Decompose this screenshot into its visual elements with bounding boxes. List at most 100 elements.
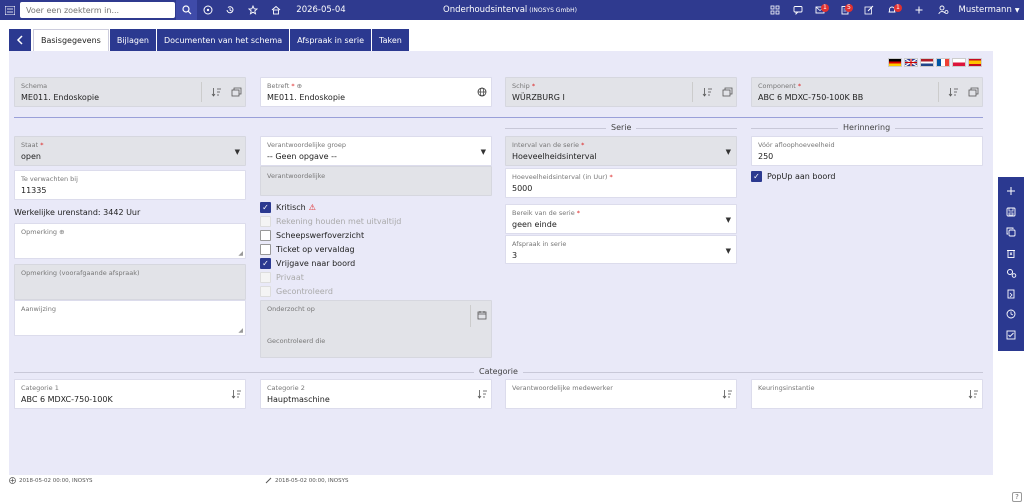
flag-pl-icon[interactable] [952,58,966,67]
home-icon[interactable] [268,0,284,20]
ticket-checkbox[interactable]: Ticket op vervaldag [260,244,355,255]
add-icon[interactable] [1001,181,1021,201]
sort-icon[interactable] [962,380,984,408]
search-box[interactable] [20,2,175,18]
tab-afspraak-serie[interactable]: Afspraak in serie [290,29,372,51]
afspraak-serie-select[interactable]: Afspraak in serie 3 ▼ [505,235,737,264]
chevron-down-icon: ▼ [234,148,240,156]
dashboard-icon[interactable] [200,0,216,20]
flag-es-icon[interactable] [968,58,982,67]
export-icon[interactable] [1001,284,1021,304]
opmerking-voorafgaande-field: Opmerking (voorafgaande afspraak) [14,264,246,300]
sort-icon[interactable] [716,380,738,408]
settings-icon[interactable] [1001,263,1021,283]
chat-icon[interactable] [790,0,806,20]
tab-documenten[interactable]: Documenten van het schema [156,29,290,51]
open-window-icon[interactable] [225,78,247,106]
kritisch-checkbox[interactable]: ✓ Kritisch ⚠ [260,202,316,213]
categorie-title: Categorie [474,367,523,376]
betreft-field[interactable]: Betreft * ⊕ ME011. Endoskopie [260,77,492,107]
search-icon [181,5,191,15]
opmerking-textarea[interactable]: Opmerking ⊕ ◢ [14,223,246,259]
sort-icon[interactable] [942,78,964,106]
back-button[interactable] [9,29,31,51]
check-icon: ✓ [260,258,271,269]
chevron-down-icon: ▼ [725,216,731,224]
top-bar: 2026-05-04 Onderhoudsinterval(INOSYS Gmb… [0,0,1024,20]
categorie2-field[interactable]: Categorie 2 Hauptmaschine [260,379,492,409]
open-window-icon[interactable] [962,78,984,106]
star-icon[interactable] [245,0,261,20]
current-date: 2026-05-04 [296,5,346,15]
bereik-serie-select[interactable]: Bereik van de serie * geen einde ▼ [505,204,737,234]
flag-nl-icon[interactable] [920,58,934,67]
user-settings-icon[interactable] [935,0,951,20]
apps-icon[interactable] [767,0,783,20]
history-icon[interactable] [222,0,238,20]
medewerker-field[interactable]: Verantwoordelijke medewerker [505,379,737,409]
alerts-badge: 1 [894,4,902,12]
edit-icon[interactable] [861,0,877,20]
tab-basisgegevens[interactable]: Basisgegevens [33,29,109,51]
interval-serie-select[interactable]: Interval van de serie * Hoeveelheidsinte… [505,136,737,166]
calendar-icon[interactable] [471,301,493,329]
user-menu[interactable]: Mustermann ▼ [958,0,1020,20]
search-button[interactable] [176,0,197,20]
copy-icon[interactable] [1001,222,1021,242]
schip-field[interactable]: Schip * WÜRZBURG I [505,77,737,107]
voor-afloophoeveelheid-field[interactable]: Vóór afloophoeveelheid 250 [751,136,983,166]
chevron-down-icon: ▼ [725,148,731,156]
mail-badge: 1 [821,4,829,12]
check-icon: ✓ [751,171,762,182]
categorie1-field[interactable]: Categorie 1 ABC 6 MDXC-750-100K [14,379,246,409]
chevron-down-icon: ▼ [725,247,731,255]
tab-bar: Basisgegevens Bijlagen Documenten van he… [9,29,410,51]
chevron-down-icon: ▼ [1014,6,1020,14]
sort-icon[interactable] [205,78,227,106]
help-icon[interactable]: ? [1012,492,1022,502]
globe-icon[interactable] [471,78,493,106]
privaat-checkbox: Privaat [260,272,304,283]
tab-taken[interactable]: Taken [372,29,409,51]
chevron-left-icon [16,35,23,45]
flag-de-icon[interactable] [888,58,902,67]
sort-icon[interactable] [471,380,493,408]
staat-select[interactable]: Staat * open ▼ [14,136,246,166]
onderzocht-field: Onderzocht op Gecontroleerd die [260,300,492,358]
save-icon[interactable] [1001,202,1021,222]
te-verwachten-field[interactable]: Te verwachten bij 11335 [14,170,246,200]
sort-icon[interactable] [225,380,247,408]
action-toolbar [998,177,1024,351]
open-window-icon[interactable] [716,78,738,106]
tab-bijlagen[interactable]: Bijlagen [109,29,156,51]
flag-fr-icon[interactable] [936,58,950,67]
resize-handle-icon: ◢ [238,250,243,257]
delete-icon[interactable] [1001,243,1021,263]
schema-field[interactable]: Schema ME011. Endoskopie [14,77,246,107]
vrijgave-checkbox[interactable]: ✓ Vrijgave naar boord [260,258,355,269]
serie-title: Serie [606,123,637,132]
herinnering-title: Herinnering [838,123,896,132]
keuringsinstantie-field[interactable]: Keuringsinstantie [751,379,983,409]
check-icon: ✓ [260,202,271,213]
search-input[interactable] [26,5,175,15]
flag-gb-icon[interactable] [904,58,918,67]
popup-checkbox[interactable]: ✓ PopUp aan boord [751,171,836,182]
chevron-down-icon: ▼ [480,148,486,156]
scheepswerf-checkbox[interactable]: Scheepswerfoverzicht [260,230,364,241]
warning-icon: ⚠ [308,203,316,212]
hoeveelheidsinterval-field[interactable]: Hoeveelheidsinterval (in Uur) * 5000 [505,168,737,198]
language-flags [888,58,982,67]
verantwoordelijke-groep-select[interactable]: Verantwoordelijke groep -- Geen opgave -… [260,136,492,166]
menu-icon[interactable] [2,0,18,20]
clock-icon[interactable] [1001,304,1021,324]
checklist-icon[interactable] [1001,325,1021,345]
resize-handle-icon: ◢ [238,327,243,334]
plus-icon[interactable] [911,0,927,20]
created-info: 2018-05-02 00:00, INOSYS [9,477,92,484]
gecontroleerd-checkbox: Gecontroleerd [260,286,333,297]
component-field[interactable]: Component * ABC 6 MDXC-750-100K BB [751,77,983,107]
modified-info: 2018-05-02 00:00, INOSYS [265,477,348,484]
sort-icon[interactable] [696,78,718,106]
aanwijzing-textarea[interactable]: Aanwijzing ◢ [14,300,246,336]
